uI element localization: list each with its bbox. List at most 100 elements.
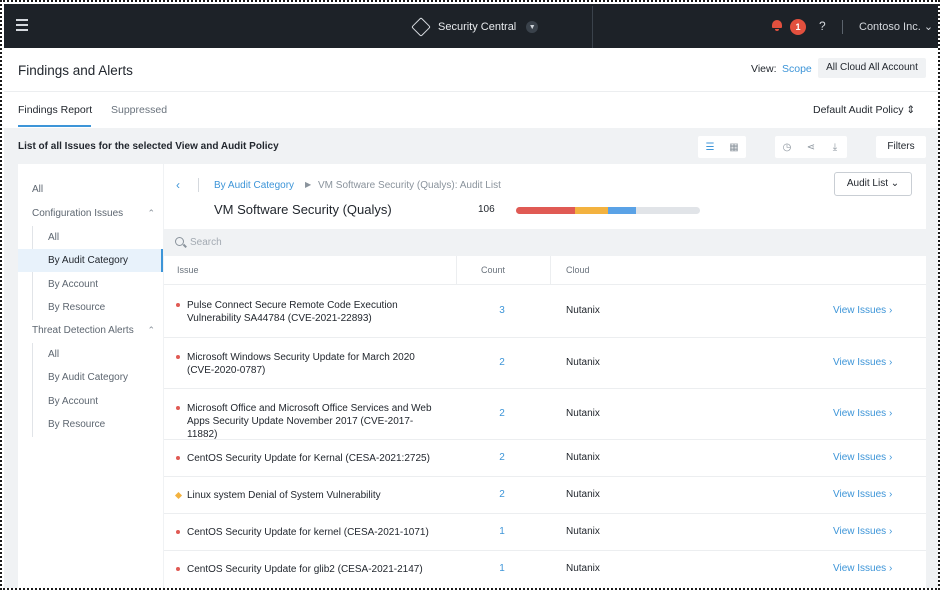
share-icon[interactable]: ⋖ <box>799 136 823 158</box>
issue-name: CentOS Security Update for kernel (CESA-… <box>187 527 429 538</box>
table-row[interactable]: Linux system Denial of System Vulnerabil… <box>164 477 926 514</box>
issue-name: CentOS Security Update for Kernal (CESA-… <box>187 453 430 464</box>
breadcrumb-link[interactable]: By Audit Category <box>214 180 294 191</box>
view-issues-link[interactable]: View Issues › <box>833 489 892 500</box>
issue-name: Linux system Denial of System Vulnerabil… <box>187 490 381 501</box>
sidebar-item-threat-all[interactable]: All <box>18 343 163 366</box>
issue-count-link[interactable]: 3 <box>494 305 510 316</box>
sidebar-item-config-all[interactable]: All <box>18 226 163 249</box>
sidebar-item-config-by-audit-category[interactable]: By Audit Category <box>18 249 163 272</box>
sidebar-group-threat-detection-alerts[interactable]: Threat Detection Alerts ⌃ <box>18 319 163 342</box>
tabs-row: Findings Report Suppressed Default Audit… <box>4 92 938 128</box>
bell-icon[interactable] <box>772 20 782 31</box>
view-issues-link[interactable]: View Issues › <box>833 357 892 368</box>
audit-list-dropdown[interactable]: Audit List ⌄ <box>834 172 912 196</box>
clock-icon[interactable]: ◷ <box>775 136 799 158</box>
issue-count-link[interactable]: 2 <box>494 408 510 419</box>
section-title: VM Software Security (Qualys) <box>214 202 392 217</box>
sidebar-item-threat-by-account[interactable]: By Account <box>18 390 163 413</box>
issue-count-link[interactable]: 2 <box>494 489 510 500</box>
view-selector[interactable]: All Cloud All Account <box>818 58 926 78</box>
sidebar-item-threat-by-audit-category[interactable]: By Audit Category <box>18 366 163 389</box>
critical-segment <box>516 207 575 214</box>
issue-count-link[interactable]: 1 <box>494 526 510 537</box>
sidebar: All Configuration Issues ⌃ All By Audit … <box>18 164 163 588</box>
issue-count-link[interactable]: 2 <box>494 357 510 368</box>
column-header-count[interactable]: Count <box>481 256 505 285</box>
sidebar-item-all[interactable]: All <box>18 178 163 201</box>
warning-segment <box>574 207 608 214</box>
view-issues-link[interactable]: View Issues › <box>833 452 892 463</box>
table-row[interactable]: Pulse Connect Secure Remote Code Executi… <box>164 286 926 338</box>
app-name: Security Central <box>438 21 517 33</box>
action-toolbar: ◷ ⋖ ⤓ <box>775 136 847 158</box>
chevron-down-icon: ▼ <box>526 21 539 33</box>
issue-count-link[interactable]: 1 <box>494 563 510 574</box>
view-issues-link[interactable]: View Issues › <box>833 526 892 537</box>
cloud-name: Nutanix <box>566 357 600 368</box>
table-row[interactable]: CentOS Security Update for kernel (CESA-… <box>164 514 926 551</box>
account-menu[interactable]: Contoso Inc. ⌄ <box>859 20 933 33</box>
back-chevron-icon[interactable]: ‹ <box>176 178 180 192</box>
view-issues-link[interactable]: View Issues › <box>833 408 892 419</box>
column-divider <box>550 256 551 285</box>
tab-findings-report[interactable]: Findings Report <box>18 104 92 116</box>
sidebar-item-config-by-resource[interactable]: By Resource <box>18 296 163 319</box>
breadcrumb-current: VM Software Security (Qualys): Audit Lis… <box>318 180 501 191</box>
top-navigation-bar: Security Central ▼ 1 ? Contoso Inc. ⌄ <box>4 4 938 48</box>
column-header-issue[interactable]: Issue <box>177 256 199 285</box>
column-header-cloud[interactable]: Cloud <box>566 256 590 285</box>
issue-name: Microsoft Windows Security Update for Ma… <box>187 352 415 376</box>
app-switcher[interactable]: Security Central ▼ <box>411 17 539 37</box>
issue-name: Pulse Connect Secure Remote Code Executi… <box>187 300 398 324</box>
audit-policy-select[interactable]: Default Audit Policy ⇕ <box>813 104 915 116</box>
critical-severity-icon <box>176 406 180 410</box>
table-row[interactable]: CentOS Security Update for Kernal (CESA-… <box>164 440 926 477</box>
chevron-up-icon: ⌃ <box>147 325 155 335</box>
help-icon[interactable]: ? <box>819 19 826 33</box>
issue-name: CentOS Security Update for glib2 (CESA-2… <box>187 564 423 575</box>
app-logo-icon <box>411 17 431 37</box>
page-title: Findings and Alerts <box>18 63 133 78</box>
active-tab-indicator <box>18 125 91 127</box>
table-row[interactable]: CentOS Security Update for glib2 (CESA-2… <box>164 551 926 588</box>
view-label: View: <box>751 63 777 75</box>
cloud-name: Nutanix <box>566 305 600 316</box>
cloud-name: Nutanix <box>566 452 600 463</box>
cloud-name: Nutanix <box>566 489 600 500</box>
issue-count-link[interactable]: 2 <box>494 452 510 463</box>
table-row[interactable]: Microsoft Windows Security Update for Ma… <box>164 338 926 389</box>
app-frame: Security Central ▼ 1 ? Contoso Inc. ⌄ Fi… <box>0 0 940 590</box>
warning-severity-icon <box>174 491 183 500</box>
sidebar-group-label: Threat Detection Alerts <box>32 325 134 336</box>
cloud-name: Nutanix <box>566 408 600 419</box>
search-input[interactable] <box>190 234 590 251</box>
view-issues-link[interactable]: View Issues › <box>833 305 892 316</box>
sidebar-group-configuration-issues[interactable]: Configuration Issues ⌃ <box>18 202 163 225</box>
table-row[interactable]: Microsoft Office and Microsoft Office Se… <box>164 389 926 440</box>
tab-suppressed[interactable]: Suppressed <box>111 104 167 116</box>
breadcrumb-separator <box>198 178 199 192</box>
column-divider <box>456 256 457 285</box>
view-scope-link[interactable]: Scope <box>782 63 812 75</box>
notification-badge[interactable]: 1 <box>790 19 806 35</box>
grid-view-icon[interactable]: ▦ <box>722 136 746 158</box>
breadcrumb-arrow-icon: ▶ <box>305 180 312 189</box>
cloud-name: Nutanix <box>566 563 600 574</box>
sidebar-item-config-by-account[interactable]: By Account <box>18 273 163 296</box>
issue-total-count: 106 <box>478 204 495 215</box>
table-header: Issue Count Cloud <box>164 256 926 285</box>
search-icon <box>175 237 184 246</box>
chevron-up-icon: ⌃ <box>147 208 155 218</box>
list-view-icon[interactable]: ☰ <box>698 136 722 158</box>
filters-button[interactable]: Filters <box>876 136 926 158</box>
hamburger-menu-icon[interactable] <box>16 19 28 31</box>
critical-severity-icon <box>176 456 180 460</box>
download-icon[interactable]: ⤓ <box>823 136 847 158</box>
critical-severity-icon <box>176 530 180 534</box>
sidebar-item-threat-by-resource[interactable]: By Resource <box>18 413 163 436</box>
sidebar-group-label: Configuration Issues <box>32 208 124 219</box>
search-bar <box>164 229 926 256</box>
severity-distribution-bar <box>516 207 700 214</box>
view-issues-link[interactable]: View Issues › <box>833 563 892 574</box>
